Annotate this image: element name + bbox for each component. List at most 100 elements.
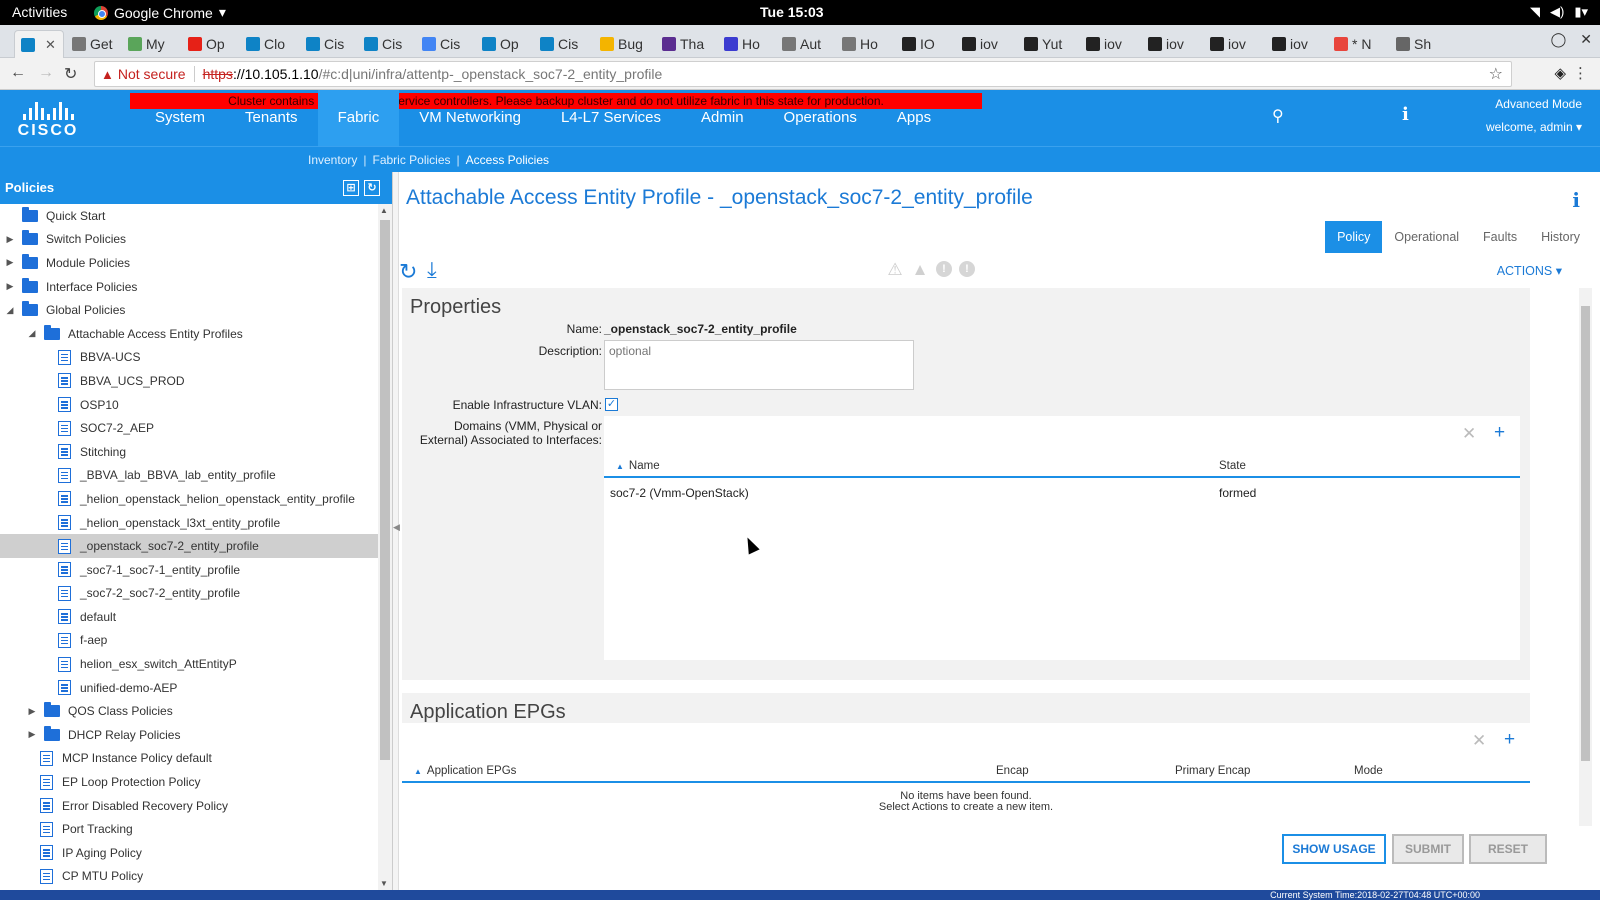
advanced-mode-label[interactable]: Advanced Mode [1495,97,1582,111]
app-menu[interactable]: Google Chrome ▾ [94,4,226,21]
window-close-icon[interactable]: ✕ [1580,31,1592,48]
tree-item[interactable]: BBVA-UCS [0,346,378,370]
not-secure-label[interactable]: Not secure [118,66,186,82]
scroll-down-icon[interactable]: ▼ [380,879,388,888]
tree-item[interactable]: ◢ Global Policies [0,298,378,322]
reset-button[interactable]: RESET [1469,834,1547,864]
tree-item[interactable]: ◢ Attachable Access Entity Profiles [0,322,378,346]
subnav-inventory[interactable]: Inventory [302,153,363,167]
activities-button[interactable]: Activities [12,4,67,20]
profile-icon[interactable]: ◯ [1551,31,1567,48]
browser-tab[interactable]: Op [476,30,532,58]
system-tray[interactable]: ◥ ◀) ▮▾ [1530,4,1588,20]
add-icon[interactable]: + [1494,422,1505,444]
expand-arrow-icon[interactable]: ▶ [26,706,38,717]
user-menu[interactable]: welcome, admin ▾ [1486,120,1582,134]
tab-close-icon[interactable]: ✕ [45,37,56,53]
column-header-state[interactable]: State [1219,460,1246,472]
refresh-icon[interactable]: ↻ [399,259,417,285]
tree-item[interactable]: _BBVA_lab_BBVA_lab_entity_profile [0,464,378,488]
delete-icon[interactable]: ✕ [1472,731,1486,751]
tab-operational[interactable]: Operational [1382,221,1471,253]
browser-tab[interactable]: iov [1266,30,1326,58]
expand-arrow-icon[interactable]: ▶ [4,281,16,292]
address-bar[interactable]: ▲ Not secure https://10.105.1.10/#c:d|un… [94,61,1512,87]
nav-operations[interactable]: Operations [764,90,877,146]
tree-item[interactable]: ▶ DHCP Relay Policies [0,723,378,747]
actions-menu[interactable]: ACTIONS ▾ [1497,263,1562,278]
critical-fault-icon[interactable]: ⚠ [886,261,904,279]
nav-tenants[interactable]: Tenants [225,90,318,146]
column-header-encap[interactable]: Encap [996,765,1029,777]
column-header-application-epgs[interactable]: ▲ Application EPGs [414,765,516,777]
search-icon[interactable]: ⚲ [1272,106,1284,126]
browser-tab[interactable]: Cis [300,30,356,58]
add-icon[interactable]: + [1504,729,1515,751]
expand-tree-icon[interactable]: ⊞ [343,180,359,196]
submit-button[interactable]: SUBMIT [1392,834,1464,864]
tree-item[interactable]: Port Tracking [0,817,378,841]
clock[interactable]: Tue 15:03 [760,4,824,20]
tree-item[interactable]: Quick Start [0,204,378,228]
column-header-name[interactable]: ▲ Name [616,460,660,472]
browser-tab[interactable]: IO [896,30,954,58]
tree-item[interactable]: OSP10 [0,393,378,417]
browser-tab[interactable]: Sh [1390,30,1446,58]
tree-item[interactable]: _soc7-2_soc7-2_entity_profile [0,582,378,606]
delete-icon[interactable]: ✕ [1462,424,1476,444]
column-header-mode[interactable]: Mode [1354,765,1383,777]
browser-tab[interactable]: Cis [358,30,414,58]
tree-item[interactable]: Error Disabled Recovery Policy [0,794,378,818]
scrollbar-thumb[interactable] [1581,306,1590,761]
bookmark-star-icon[interactable]: ☆ [1489,64,1503,84]
back-icon[interactable]: ← [10,64,26,82]
tree-item[interactable]: ▶ Interface Policies [0,275,378,299]
browser-tab[interactable]: ✕ [14,30,64,58]
browser-tab[interactable]: My [122,30,180,58]
nav-fabric[interactable]: Fabric [317,90,400,146]
tab-policy[interactable]: Policy [1325,221,1383,253]
tree-item[interactable]: _helion_openstack_l3xt_entity_profile [0,511,378,535]
tree-item[interactable]: f-aep [0,629,378,653]
tree-item[interactable]: ▶ Switch Policies [0,228,378,252]
minor-fault-icon[interactable]: ! [936,261,952,277]
tree-item[interactable]: BBVA_UCS_PROD [0,369,378,393]
browser-tab[interactable]: Cis [534,30,592,58]
nav-admin[interactable]: Admin [681,90,764,146]
subnav-access-policies[interactable]: Access Policies [460,153,555,167]
expand-arrow-icon[interactable]: ▶ [4,257,16,268]
browser-tab[interactable]: * N [1328,30,1388,58]
browser-tab[interactable]: Cis [416,30,474,58]
download-icon[interactable]: ⤓ [427,257,437,283]
nav-l4-l7-services[interactable]: L4-L7 Services [541,90,681,146]
nav-system[interactable]: System [135,90,225,146]
extension-icon[interactable]: ◈ [1554,64,1566,82]
reload-icon[interactable]: ↻ [64,64,77,84]
tree-item[interactable]: _soc7-1_soc7-1_entity_profile [0,558,378,582]
nav-vm-networking[interactable]: VM Networking [399,90,541,146]
infra-vlan-checkbox[interactable]: ✓ [605,398,618,411]
info-icon[interactable]: i [1572,188,1580,212]
warning-fault-icon[interactable]: ! [959,261,975,277]
tree-item[interactable]: ▶ QOS Class Policies [0,699,378,723]
tab-faults[interactable]: Faults [1471,221,1529,253]
refresh-tree-icon[interactable]: ↻ [364,180,380,196]
collapse-arrow-icon[interactable]: ◢ [26,328,38,339]
browser-tab[interactable]: iov [1142,30,1202,58]
tree-item[interactable]: default [0,605,378,629]
expand-arrow-icon[interactable]: ▶ [4,234,16,245]
cisco-logo[interactable]: CISCO [12,100,84,140]
description-field[interactable] [604,340,914,390]
browser-tab[interactable]: Aut [776,30,834,58]
scroll-up-icon[interactable]: ▲ [380,206,388,215]
column-header-primary-encap[interactable]: Primary Encap [1175,765,1250,777]
browser-tab[interactable]: iov [1080,30,1140,58]
tree-item[interactable]: MCP Instance Policy default [0,747,378,771]
browser-tab[interactable]: Yut [1018,30,1078,58]
table-row[interactable]: soc7-2 (Vmm-OpenStack) formed [604,480,1520,506]
collapse-arrow-icon[interactable]: ◢ [4,305,16,316]
tree-scrollbar[interactable]: ▲ ▼ [378,204,392,890]
tree-item[interactable]: Stitching [0,440,378,464]
tree-item[interactable]: ▶ Module Policies [0,251,378,275]
browser-tab[interactable]: Get [66,30,120,58]
